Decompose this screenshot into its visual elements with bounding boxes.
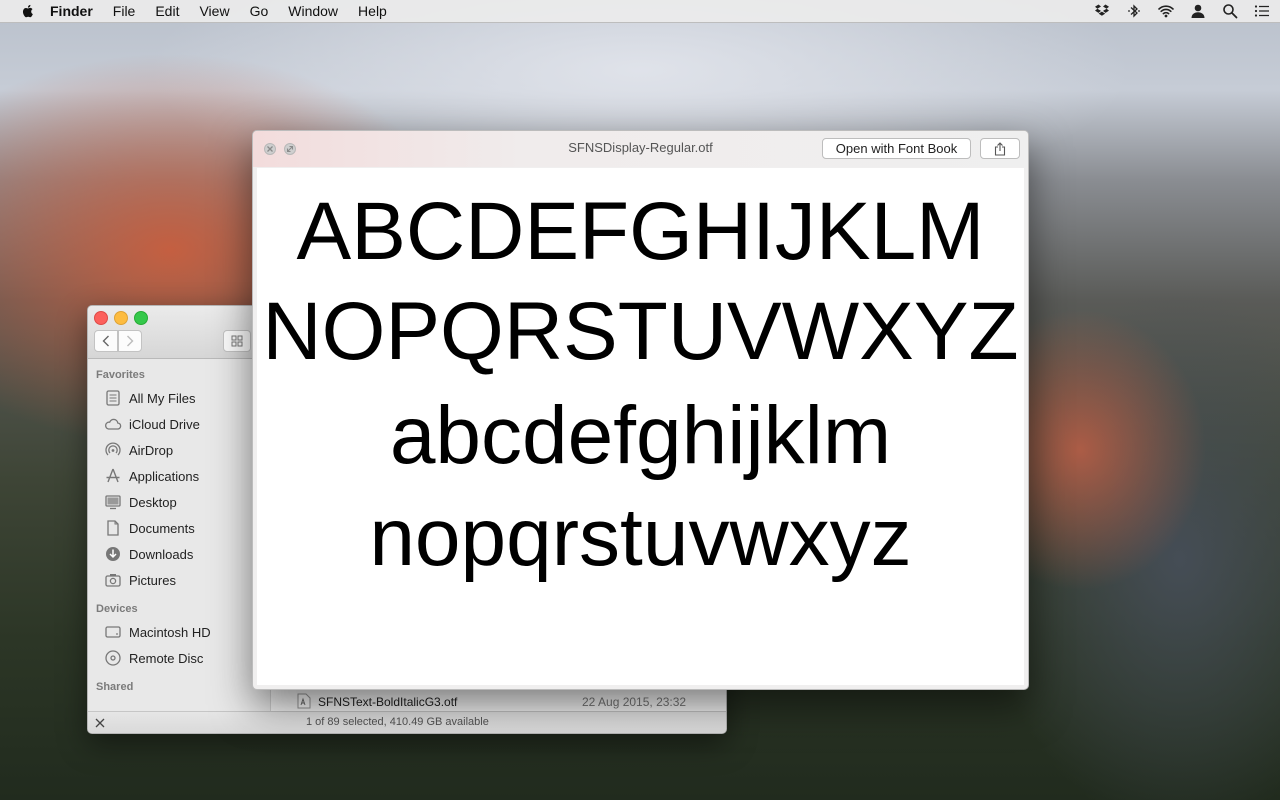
- menu-help[interactable]: Help: [358, 3, 387, 19]
- finder-status-bar: 1 of 89 selected, 410.49 GB available: [88, 711, 726, 733]
- sidebar-item-documents[interactable]: Documents: [88, 515, 270, 541]
- chevron-left-icon: [102, 335, 109, 347]
- minimize-button[interactable]: [114, 311, 128, 325]
- menu-view[interactable]: View: [199, 3, 229, 19]
- bluetooth-icon[interactable]: [1126, 3, 1142, 19]
- airdrop-icon: [105, 442, 121, 456]
- menu-bar: Finder File Edit View Go Window Help: [0, 0, 1280, 23]
- grid-icon: [231, 335, 243, 347]
- menu-go[interactable]: Go: [250, 3, 269, 19]
- sidebar-item-all-my-files[interactable]: All My Files: [88, 385, 270, 411]
- sidebar-item-label: iCloud Drive: [129, 416, 200, 432]
- share-button[interactable]: [980, 138, 1020, 159]
- chevron-right-icon: [127, 335, 134, 347]
- spotlight-icon[interactable]: [1222, 3, 1238, 19]
- dropbox-icon[interactable]: [1094, 3, 1110, 19]
- sidebar-item-label: Downloads: [129, 546, 194, 562]
- applications-icon: [106, 468, 120, 483]
- sidebar-item-label: Macintosh HD: [129, 624, 211, 640]
- finder-sidebar: Favorites All My Files iCloud Drive AirD…: [88, 359, 271, 711]
- disk-icon: [105, 626, 121, 638]
- sidebar-item-remote-disc[interactable]: Remote Disc: [88, 645, 270, 671]
- sidebar-item-label: All My Files: [129, 390, 196, 406]
- sidebar-item-label: Applications: [129, 468, 200, 484]
- desktop-icon: [105, 495, 121, 510]
- status-text: 1 of 89 selected, 410.49 GB available: [306, 716, 489, 728]
- font-preview-pane: ABCDEFGHIJKLM NOPQRSTUVWXYZ abcdefghijkl…: [257, 168, 1024, 685]
- notification-center-icon[interactable]: [1254, 3, 1270, 19]
- quick-look-titlebar: SFNSDisplay-Regular.otf Open with Font B…: [253, 131, 1028, 167]
- font-sample-lowercase-n-z: nopqrstuvwxyz: [369, 492, 912, 583]
- sidebar-item-applications[interactable]: Applications: [88, 463, 270, 489]
- all-files-icon: [106, 390, 120, 406]
- apple-icon[interactable]: [20, 3, 36, 19]
- remote-disc-icon: [105, 650, 121, 666]
- menu-window[interactable]: Window: [288, 3, 338, 19]
- back-button[interactable]: [94, 330, 118, 352]
- sidebar-item-macintosh-hd[interactable]: Macintosh HD: [88, 619, 270, 645]
- zoom-button[interactable]: [134, 311, 148, 325]
- font-file-icon: [297, 693, 311, 709]
- open-with-font-book-button[interactable]: Open with Font Book: [822, 138, 971, 159]
- file-name: SFNSText-BoldItalicG3.otf: [318, 694, 458, 709]
- sidebar-item-icloud-drive[interactable]: iCloud Drive: [88, 411, 270, 437]
- file-list-row[interactable]: SFNSText-BoldItalicG3.otf 22 Aug 2015, 2…: [271, 692, 726, 711]
- file-date-modified: 22 Aug 2015, 23:32: [582, 694, 687, 709]
- sidebar-item-airdrop[interactable]: AirDrop: [88, 437, 270, 463]
- camera-icon: [105, 574, 121, 587]
- status-menus: [1094, 0, 1270, 22]
- documents-icon: [107, 520, 119, 536]
- downloads-icon: [106, 547, 120, 561]
- sidebar-item-label: Documents: [129, 520, 195, 536]
- sidebar-header-devices: Devices: [96, 603, 138, 615]
- font-sample-lowercase-a-m: abcdefghijklm: [389, 390, 892, 481]
- sidebar-item-downloads[interactable]: Downloads: [88, 541, 270, 567]
- share-icon: [994, 141, 1006, 156]
- wifi-icon[interactable]: [1158, 3, 1174, 19]
- sidebar-item-label: AirDrop: [129, 442, 174, 458]
- icon-view-button[interactable]: [223, 330, 251, 352]
- collapse-sidebar-icon[interactable]: [93, 716, 107, 730]
- close-button[interactable]: [94, 311, 108, 325]
- cloud-icon: [105, 418, 122, 430]
- font-sample-uppercase-a-m: ABCDEFGHIJKLM: [296, 186, 985, 277]
- sidebar-item-desktop[interactable]: Desktop: [88, 489, 270, 515]
- sidebar-header-favorites: Favorites: [96, 369, 145, 381]
- sidebar-header-shared: Shared: [96, 681, 134, 693]
- forward-button[interactable]: [118, 330, 142, 352]
- sidebar-item-label: Pictures: [129, 572, 176, 588]
- menu-app-finder[interactable]: Finder: [50, 3, 93, 19]
- quick-look-window: SFNSDisplay-Regular.otf Open with Font B…: [252, 130, 1029, 690]
- sidebar-item-label: Remote Disc: [129, 650, 204, 666]
- sidebar-item-pictures[interactable]: Pictures: [88, 567, 270, 593]
- menu-file[interactable]: File: [113, 3, 136, 19]
- menu-edit[interactable]: Edit: [155, 3, 179, 19]
- font-sample-uppercase-n-z: NOPQRSTUVWXYZ: [262, 286, 1019, 377]
- user-icon[interactable]: [1190, 3, 1206, 19]
- sidebar-item-label: Desktop: [129, 494, 177, 510]
